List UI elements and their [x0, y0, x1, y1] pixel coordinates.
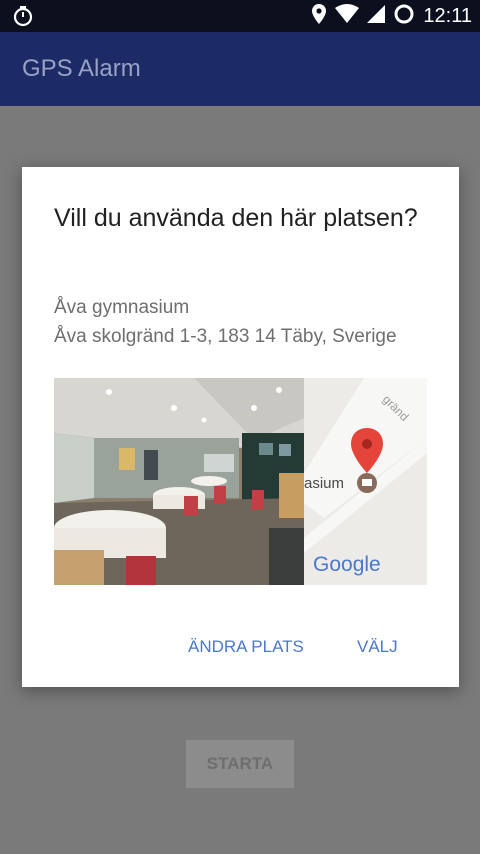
- location-icon: [311, 3, 327, 30]
- change-place-button[interactable]: ÄNDRA PLATS: [188, 637, 304, 657]
- start-button[interactable]: STARTA: [186, 740, 294, 788]
- google-logo: Google: [313, 553, 381, 576]
- stopwatch-icon: [12, 5, 34, 27]
- place-photo: [54, 378, 304, 585]
- place-picker-dialog: Vill du använda den här platsen? Åva gym…: [22, 167, 459, 687]
- signal-icon: [367, 4, 386, 29]
- place-map: gränd asium Google: [304, 378, 427, 585]
- clock: 12:11: [423, 4, 472, 27]
- status-icons: 12:11: [311, 0, 472, 32]
- place-address: Åva skolgränd 1-3, 183 14 Täby, Sverige: [54, 326, 397, 347]
- app-title: GPS Alarm: [22, 55, 141, 82]
- dialog-actions: ÄNDRA PLATS VÄLJ: [22, 637, 459, 667]
- map-place-label: asium: [304, 475, 344, 492]
- place-preview: gränd asium Google: [54, 378, 427, 585]
- battery-icon: [393, 3, 415, 30]
- app-bar: GPS Alarm: [0, 32, 480, 106]
- dialog-title: Vill du använda den här platsen?: [54, 204, 418, 232]
- place-name: Åva gymnasium: [54, 297, 190, 318]
- select-button[interactable]: VÄLJ: [357, 637, 398, 657]
- status-bar: 12:11: [0, 0, 480, 32]
- wifi-icon: [335, 3, 360, 29]
